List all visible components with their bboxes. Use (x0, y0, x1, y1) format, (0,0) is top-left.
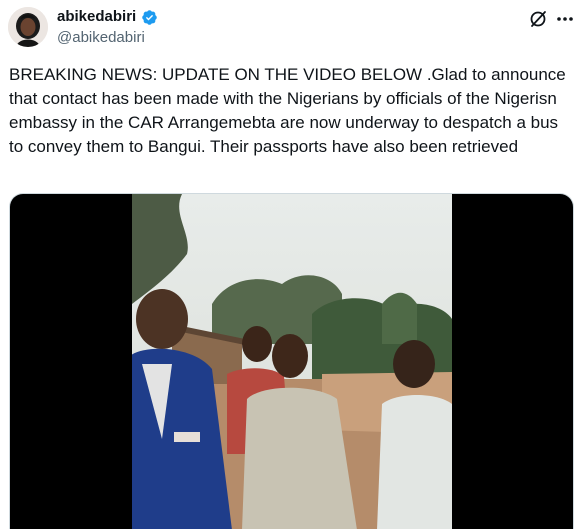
grok-icon[interactable] (528, 9, 548, 29)
avatar-image (8, 7, 48, 47)
more-options-icon[interactable] (555, 9, 575, 29)
video-thumbnail (132, 194, 452, 529)
tweet-header: abikedabiri @abikedabiri (0, 0, 577, 56)
video-player[interactable] (9, 193, 574, 529)
verified-badge-icon (142, 10, 157, 25)
tweet[interactable]: abikedabiri @abikedabiri BREAKING NEWS: … (0, 0, 577, 529)
avatar[interactable] (8, 7, 48, 47)
tweet-text: BREAKING NEWS: UPDATE ON THE VIDEO BELOW… (9, 65, 566, 156)
display-name[interactable]: abikedabiri (57, 8, 136, 26)
user-handle[interactable]: @abikedabiri (57, 29, 145, 47)
